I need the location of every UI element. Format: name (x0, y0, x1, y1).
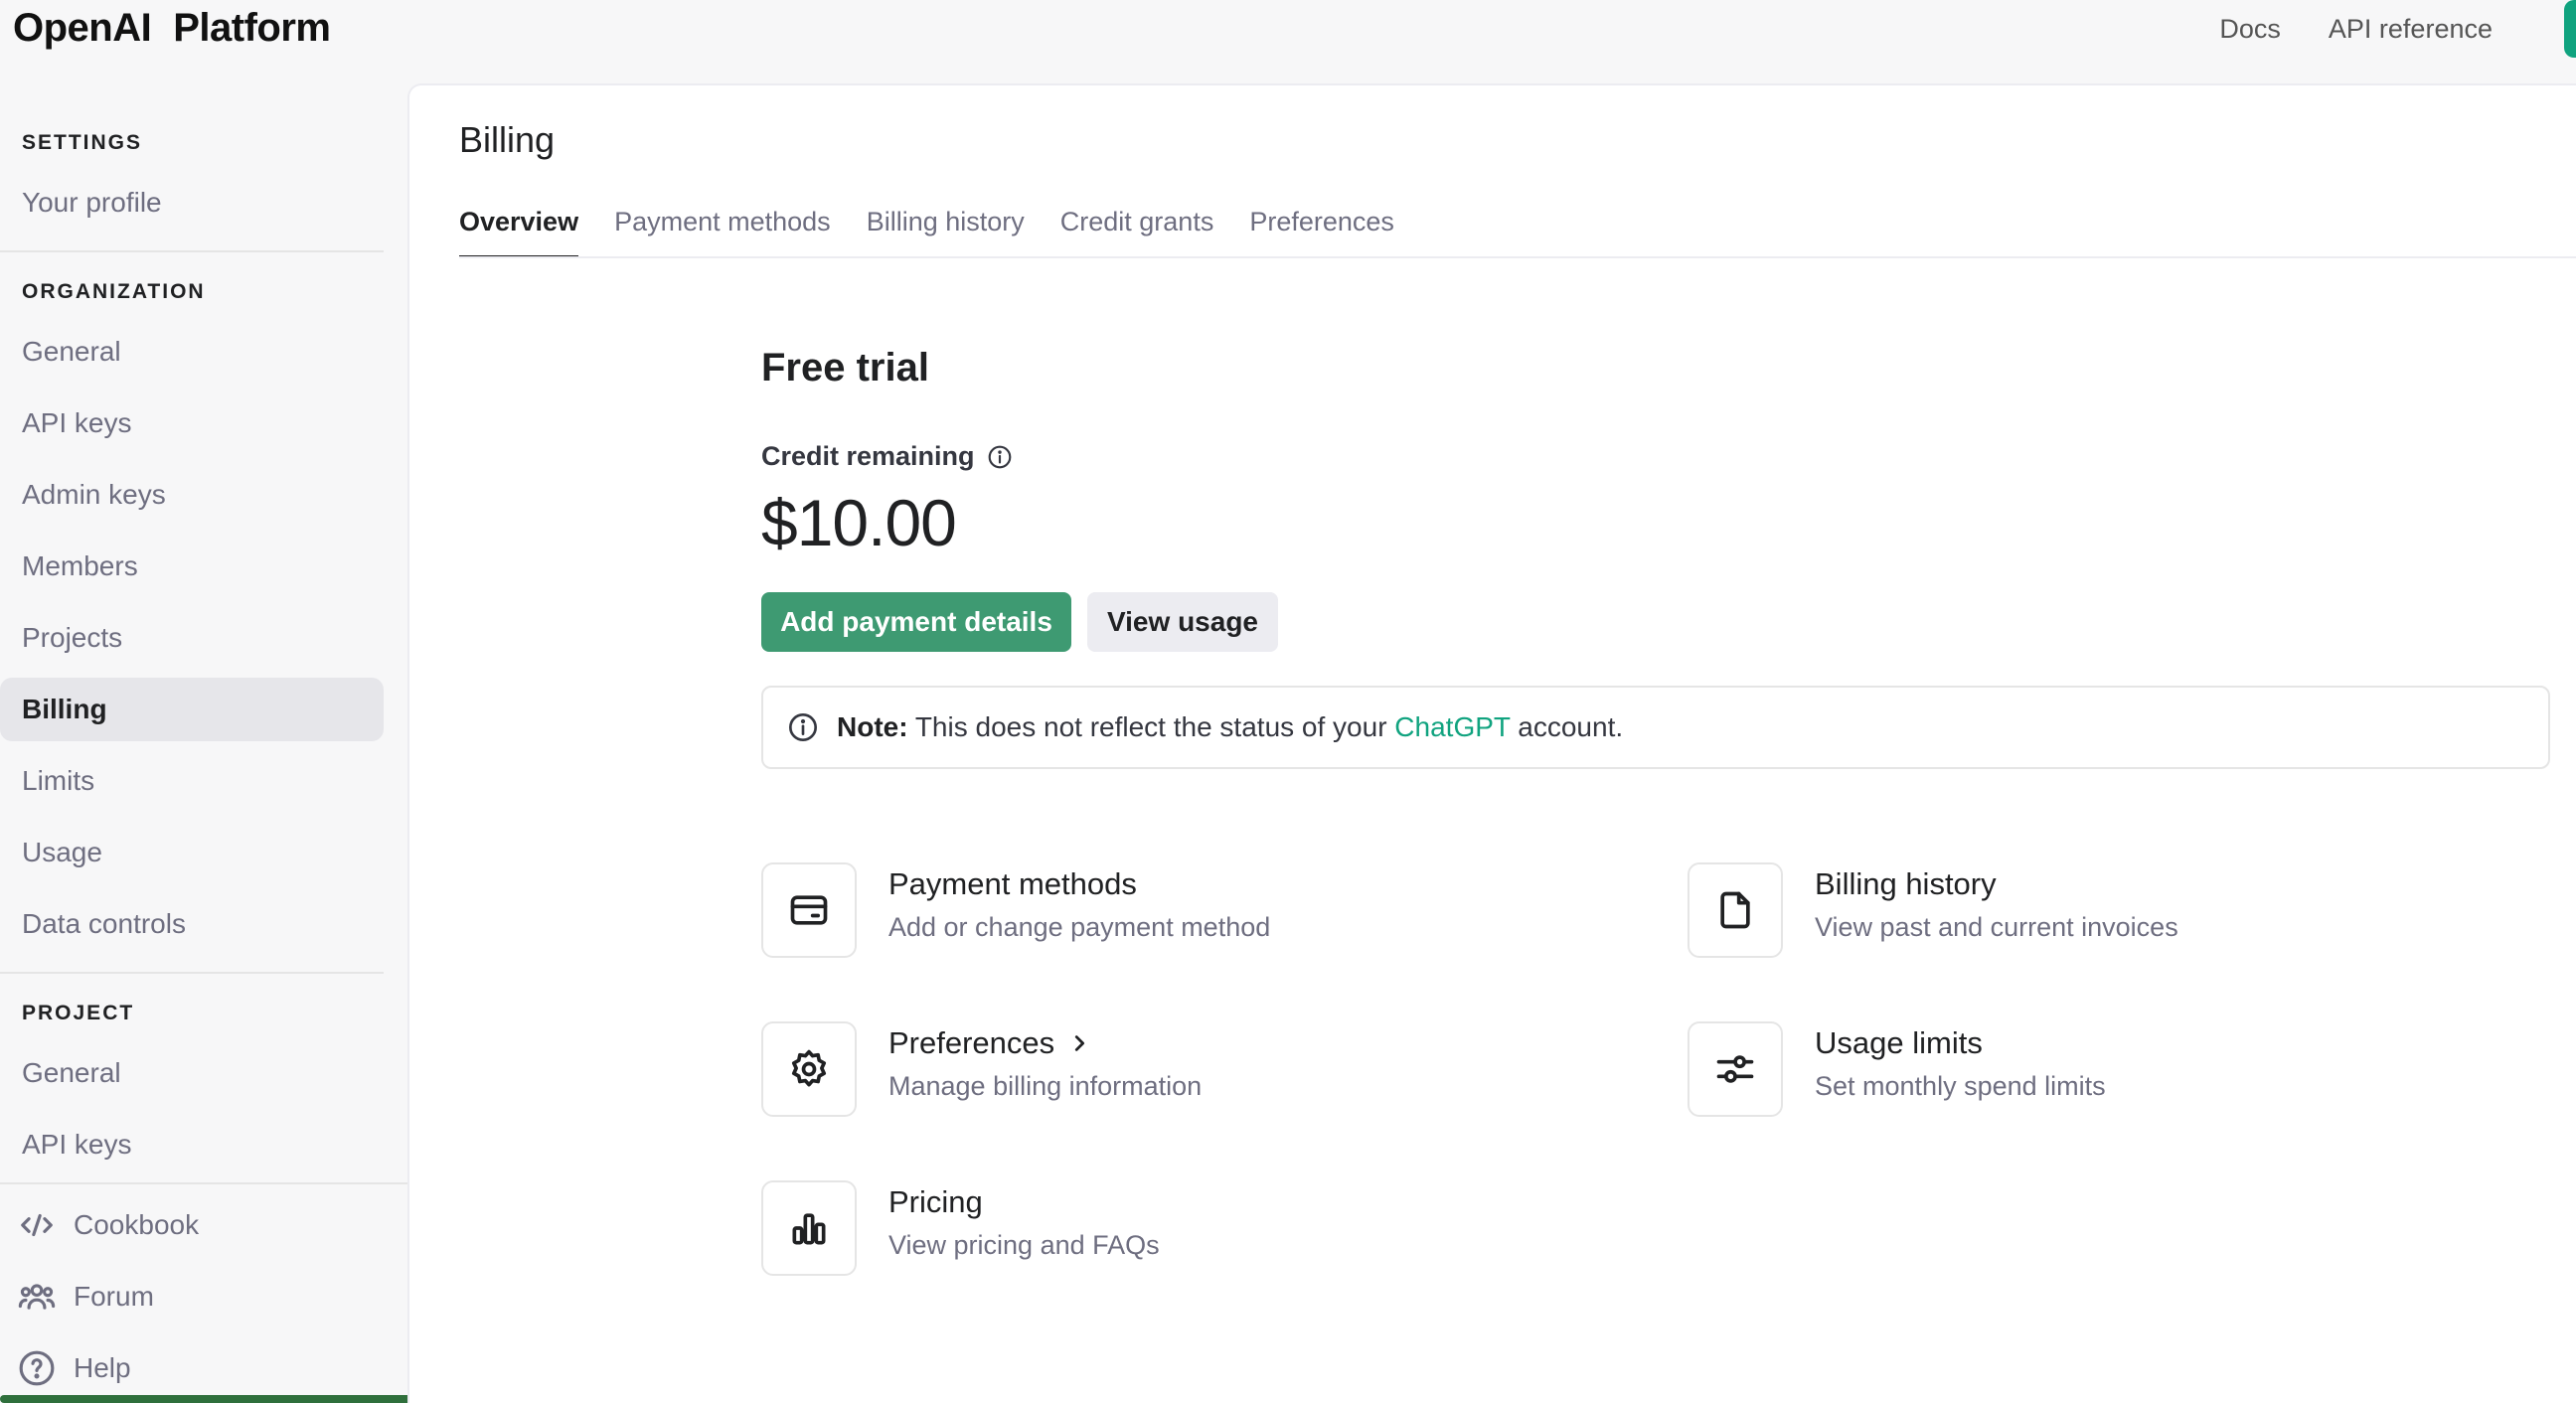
chevron-right-icon (1075, 1035, 1085, 1051)
pricing-icon-box[interactable] (761, 1180, 857, 1276)
payment-methods-card[interactable]: Payment methods Add or change payment me… (761, 862, 1270, 958)
sidebar-item-limits[interactable]: Limits (0, 749, 384, 813)
usage-limits-card[interactable]: Usage limits Set monthly spend limits (1688, 1021, 2106, 1117)
code-icon (21, 1213, 53, 1237)
sliders-icon (1716, 1055, 1754, 1083)
sidebar-item-api-keys[interactable]: API keys (0, 391, 384, 455)
api-reference-link[interactable]: API reference (2329, 14, 2493, 45)
top-bar: OpenAI Platform Docs API reference (0, 0, 2576, 83)
sidebar: SETTINGS Your profile ORGANIZATION Gener… (0, 83, 407, 1403)
main-panel: Billing Overview Payment methods Billing… (407, 83, 2576, 1403)
user-avatar[interactable] (2564, 0, 2576, 58)
pricing-card[interactable]: Pricing View pricing and FAQs (761, 1180, 1160, 1276)
logo[interactable]: OpenAI Platform (13, 6, 331, 51)
preferences-desc: Manage billing information (888, 1071, 1203, 1101)
plan-title: Free trial (761, 346, 929, 390)
preferences-title-row[interactable]: Preferences (888, 1025, 1202, 1061)
credit-amount: $10.00 (761, 486, 957, 559)
sidebar-item-forum[interactable]: Forum (18, 1278, 154, 1316)
page-title: Billing (459, 119, 556, 160)
usage-limits-title[interactable]: Usage limits (1815, 1025, 2106, 1061)
tab-preferences[interactable]: Preferences (1249, 205, 1394, 258)
bar-chart-icon (792, 1213, 826, 1245)
usage-limits-desc: Set monthly spend limits (1815, 1071, 2106, 1101)
billing-history-title[interactable]: Billing history (1815, 866, 2178, 902)
preferences-card[interactable]: Preferences Manage billing information (761, 1021, 1202, 1117)
docs-link[interactable]: Docs (2219, 14, 2281, 45)
sidebar-divider (0, 1182, 407, 1184)
sidebar-item-admin-keys[interactable]: Admin keys (0, 463, 384, 527)
tab-overview[interactable]: Overview (459, 205, 579, 258)
info-icon (789, 713, 817, 741)
sidebar-item-help[interactable]: Help (18, 1349, 131, 1387)
forum-label: Forum (74, 1281, 154, 1312)
help-circle-icon (19, 1350, 55, 1386)
sidebar-item-project-general[interactable]: General (0, 1041, 384, 1105)
credit-remaining-label: Credit remaining (761, 441, 1013, 472)
project-heading: PROJECT (22, 1002, 135, 1024)
payment-methods-icon-box[interactable] (761, 862, 857, 958)
billing-tabs: Overview Payment methods Billing history… (459, 205, 1394, 258)
billing-history-desc: View past and current invoices (1815, 912, 2178, 942)
preferences-title: Preferences (888, 1025, 1055, 1060)
help-label: Help (74, 1352, 131, 1383)
gear-icon (791, 1049, 827, 1087)
sidebar-item-projects[interactable]: Projects (0, 606, 384, 670)
sidebar-item-project-api-keys[interactable]: API keys (0, 1113, 384, 1176)
organization-heading: ORGANIZATION (22, 280, 206, 303)
sidebar-item-cookbook[interactable]: Cookbook (18, 1206, 199, 1244)
pricing-title[interactable]: Pricing (888, 1184, 1160, 1220)
sidebar-item-your-profile[interactable]: Your profile (0, 171, 384, 234)
usage-limits-icon-box[interactable] (1688, 1021, 1783, 1117)
tab-payment-methods[interactable]: Payment methods (614, 205, 831, 258)
note-suffix: account. (1518, 711, 1624, 742)
top-links: Docs API reference (2219, 14, 2493, 45)
document-icon (1720, 891, 1750, 929)
info-icon[interactable] (987, 444, 1013, 470)
product-name: Platform (173, 6, 331, 50)
pricing-desc: View pricing and FAQs (888, 1230, 1160, 1260)
sidebar-divider (0, 972, 384, 974)
chatgpt-note: Note: This does not reflect the status o… (761, 686, 2550, 769)
tab-credit-grants[interactable]: Credit grants (1060, 205, 1214, 258)
chatgpt-link[interactable]: ChatGPT (1394, 711, 1510, 742)
sidebar-divider (0, 250, 384, 252)
billing-history-icon-box[interactable] (1688, 862, 1783, 958)
note-body: This does not reflect the status of your (914, 711, 1387, 742)
brand-name: OpenAI (13, 6, 152, 50)
add-payment-details-button[interactable]: Add payment details (761, 592, 1071, 652)
sidebar-item-members[interactable]: Members (0, 535, 384, 598)
view-usage-button[interactable]: View usage (1087, 592, 1278, 652)
payment-methods-title[interactable]: Payment methods (888, 866, 1270, 902)
settings-heading: SETTINGS (22, 131, 143, 154)
preferences-icon-box[interactable] (761, 1021, 857, 1117)
credit-label-text: Credit remaining (761, 441, 975, 471)
payment-methods-desc: Add or change payment method (888, 912, 1271, 942)
sidebar-item-billing[interactable]: Billing (0, 678, 384, 741)
note-text: Note: This does not reflect the status o… (837, 711, 1623, 743)
users-icon (18, 1284, 56, 1310)
sidebar-item-data-controls[interactable]: Data controls (0, 892, 384, 956)
credit-card-icon (790, 895, 828, 925)
sidebar-item-general[interactable]: General (0, 320, 384, 384)
tab-billing-history[interactable]: Billing history (867, 205, 1025, 258)
tabs-divider (459, 256, 2576, 258)
sidebar-item-usage[interactable]: Usage (0, 821, 384, 884)
billing-history-card[interactable]: Billing history View past and current in… (1688, 862, 2178, 958)
note-prefix: Note: (837, 711, 908, 742)
cookbook-label: Cookbook (74, 1209, 200, 1240)
